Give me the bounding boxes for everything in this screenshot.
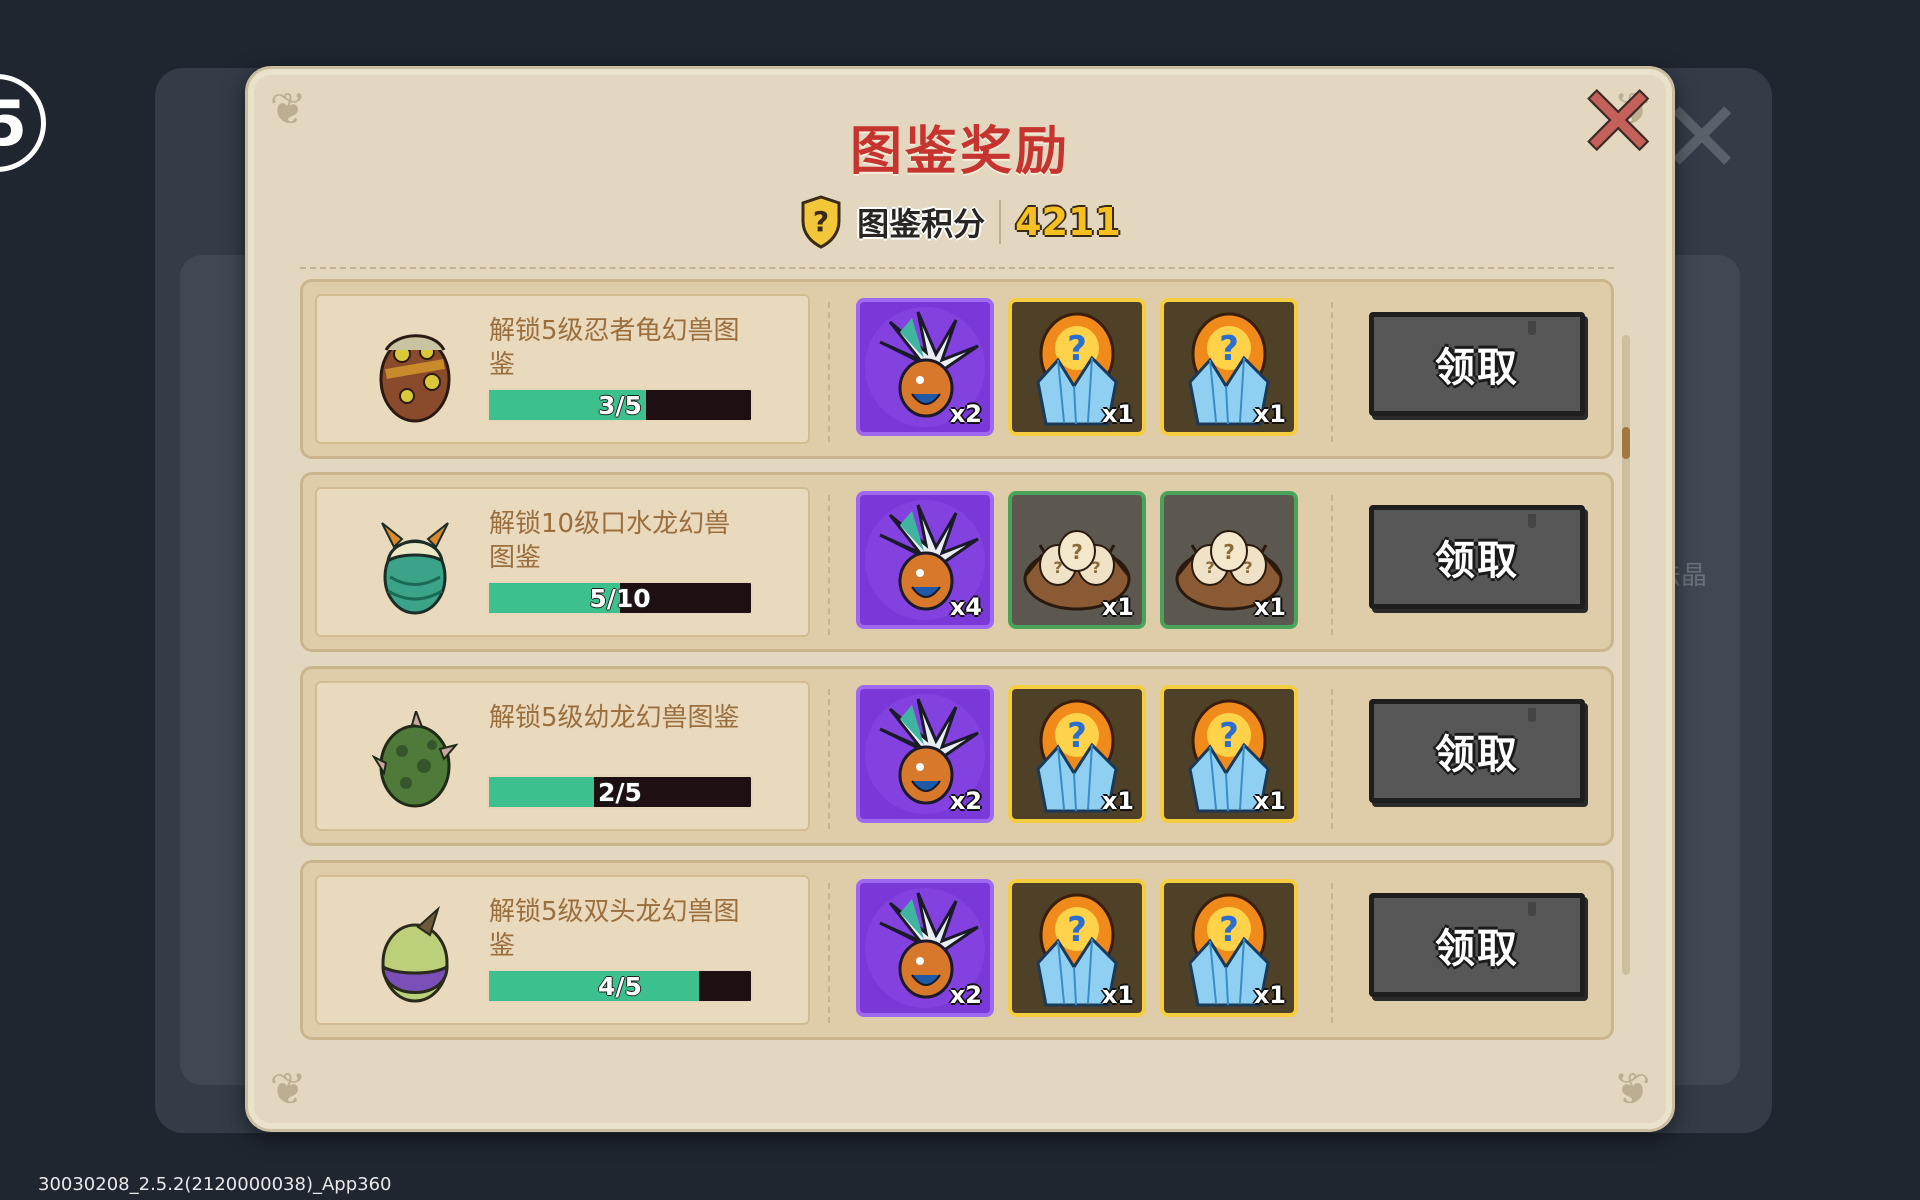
row-divider xyxy=(1331,495,1335,635)
button-notch xyxy=(1528,708,1536,722)
claim-button-label: 领取 xyxy=(1435,926,1519,972)
close-x-icon: ✕ xyxy=(1578,66,1659,178)
task-description: 解锁5级幼龙幻兽图鉴 xyxy=(489,703,740,733)
reward-item[interactable]: ? x1 xyxy=(1160,685,1298,823)
progress-bar: 4/5 xyxy=(487,969,753,1003)
claim-button[interactable]: 领取 xyxy=(1369,699,1585,803)
reward-quantity: x1 xyxy=(1253,593,1286,621)
progress-text: 5/10 xyxy=(589,583,651,613)
svg-text:?: ? xyxy=(1219,910,1239,950)
scrollbar[interactable] xyxy=(1622,335,1630,975)
svg-text:?: ? xyxy=(1205,558,1214,577)
task-card: 解锁5级幼龙幻兽图鉴 2/5 xyxy=(315,681,810,831)
svg-text:?: ? xyxy=(1071,540,1083,564)
row-divider xyxy=(828,495,832,635)
level-badge: 5 xyxy=(0,74,46,172)
reward-item[interactable]: ??? x1 xyxy=(1160,491,1298,629)
reward-quantity: x1 xyxy=(1101,787,1134,815)
reward-row: 解锁5级幼龙幻兽图鉴 2/5 x2? x1? x1 领取 xyxy=(300,666,1614,846)
reward-item[interactable]: x2 xyxy=(856,298,994,436)
svg-text:?: ? xyxy=(1067,329,1087,369)
reward-item[interactable]: ??? x1 xyxy=(1008,491,1146,629)
row-divider xyxy=(828,302,832,442)
scroll-thumb[interactable] xyxy=(1622,427,1630,459)
collection-reward-dialog: ❦ ❦ ❦ ❦ 图鉴奖励 ✕ ? 图鉴积分 4211 解锁5级忍者龟幻兽图鉴 3/… xyxy=(245,66,1675,1132)
svg-text:?: ? xyxy=(1053,558,1062,577)
reward-quantity: x4 xyxy=(949,593,982,621)
twin-head-dragon-egg-icon xyxy=(372,905,458,1005)
reward-item[interactable]: x2 xyxy=(856,879,994,1017)
reward-item[interactable]: ? x1 xyxy=(1008,879,1146,1017)
reward-quantity: x2 xyxy=(949,787,982,815)
button-notch xyxy=(1528,514,1536,528)
claim-button-label: 领取 xyxy=(1435,345,1519,391)
reward-row: 解锁5级双头龙幻兽图鉴 4/5 x2? x1? x1 领取 xyxy=(300,860,1614,1040)
reward-quantity: x1 xyxy=(1101,400,1134,428)
reward-quantity: x2 xyxy=(949,981,982,1009)
baby-dragon-egg-icon xyxy=(371,707,459,811)
button-notch xyxy=(1528,902,1536,916)
progress-bar: 5/10 xyxy=(487,581,753,615)
close-button[interactable]: ✕ xyxy=(1578,74,1658,170)
svg-text:?: ? xyxy=(813,205,829,238)
svg-text:?: ? xyxy=(1067,716,1087,756)
task-card: 解锁5级双头龙幻兽图鉴 4/5 xyxy=(315,875,810,1025)
reward-quantity: x1 xyxy=(1101,981,1134,1009)
reward-list[interactable]: 解锁5级忍者龟幻兽图鉴 3/5 x2? x1? x1 领取 解锁10级口水龙幻兽图鉴 5/10… xyxy=(300,267,1614,1040)
dialog-title: 图鉴奖励 xyxy=(849,122,1070,182)
score-separator xyxy=(999,200,1002,244)
row-divider xyxy=(828,689,832,829)
svg-text:?: ? xyxy=(1067,910,1087,950)
reward-item[interactable]: x2 xyxy=(856,685,994,823)
reward-quantity: x2 xyxy=(949,400,982,428)
row-divider xyxy=(1331,883,1335,1023)
reward-quantity: x1 xyxy=(1253,981,1286,1009)
task-description: 解锁5级忍者龟幻兽图鉴 xyxy=(489,316,740,380)
progress-bar: 3/5 xyxy=(487,388,753,422)
reward-quantity: x1 xyxy=(1253,400,1286,428)
reward-item[interactable]: ? x1 xyxy=(1008,685,1146,823)
claim-button-label: 领取 xyxy=(1435,538,1519,584)
reward-item[interactable]: ? x1 xyxy=(1160,879,1298,1017)
ninja-turtle-egg-icon xyxy=(372,324,458,424)
svg-text:?: ? xyxy=(1219,716,1239,756)
reward-row: 解锁10级口水龙幻兽图鉴 5/10 x4??? x1??? x1 领取 xyxy=(300,472,1614,652)
corner-ornament-icon: ❦ xyxy=(1613,1063,1651,1115)
progress-bar: 2/5 xyxy=(487,775,753,809)
task-card: 解锁10级口水龙幻兽图鉴 5/10 xyxy=(315,487,810,637)
claim-button[interactable]: 领取 xyxy=(1369,505,1585,609)
claim-button[interactable]: 领取 xyxy=(1369,312,1585,416)
reward-item[interactable]: ? x1 xyxy=(1160,298,1298,436)
reward-item[interactable]: x4 xyxy=(856,491,994,629)
progress-text: 2/5 xyxy=(598,777,642,807)
shield-question-icon: ? xyxy=(801,195,841,249)
score-label: 图鉴积分 xyxy=(857,205,986,243)
svg-text:?: ? xyxy=(1091,558,1100,577)
task-description: 解锁5级双头龙幻兽图鉴 xyxy=(489,897,740,961)
claim-button[interactable]: 领取 xyxy=(1369,893,1585,997)
collection-score: ? 图鉴积分 4211 xyxy=(248,187,1672,257)
task-card: 解锁5级忍者龟幻兽图鉴 3/5 xyxy=(315,294,810,444)
reward-row: 解锁5级忍者龟幻兽图鉴 3/5 x2? x1? x1 领取 xyxy=(300,279,1614,459)
corner-ornament-icon: ❦ xyxy=(269,1063,307,1115)
row-divider xyxy=(1331,302,1335,442)
version-label: 30030208_2.5.2(2120000038)_App360 xyxy=(38,1174,392,1195)
claim-button-label: 领取 xyxy=(1435,732,1519,778)
button-notch xyxy=(1528,321,1536,335)
progress-text: 3/5 xyxy=(598,390,642,420)
progress-text: 4/5 xyxy=(598,971,642,1001)
drool-dragon-egg-icon xyxy=(372,517,458,617)
row-divider xyxy=(1331,689,1335,829)
row-divider xyxy=(828,883,832,1023)
score-value: 4211 xyxy=(1015,200,1121,244)
task-description: 解锁10级口水龙幻兽图鉴 xyxy=(489,509,731,573)
svg-text:?: ? xyxy=(1223,540,1235,564)
reward-quantity: x1 xyxy=(1101,593,1134,621)
reward-quantity: x1 xyxy=(1253,787,1286,815)
svg-text:?: ? xyxy=(1219,329,1239,369)
svg-text:?: ? xyxy=(1243,558,1252,577)
reward-item[interactable]: ? x1 xyxy=(1008,298,1146,436)
